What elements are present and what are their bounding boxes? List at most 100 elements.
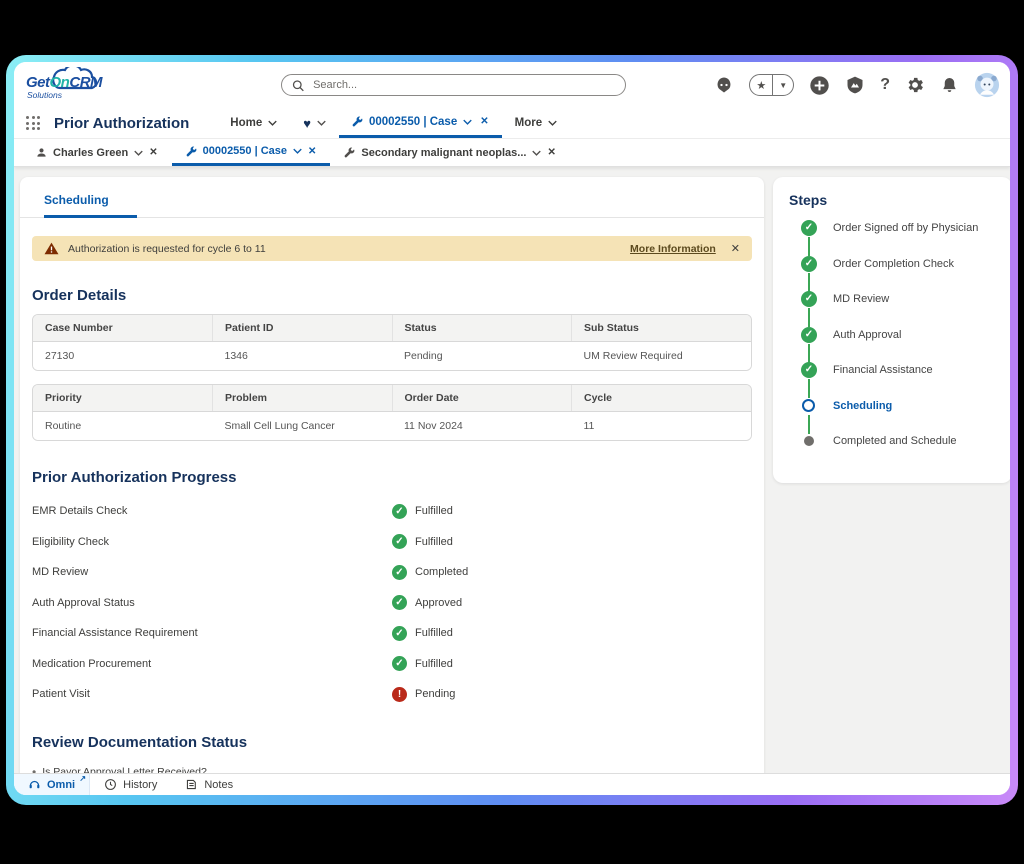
problem-value: Small Cell Lung Cancer [213, 412, 393, 441]
step-done-icon: ✓ [801, 220, 817, 236]
wrench-icon [186, 146, 197, 157]
scheduling-card: Scheduling Authorization is requested fo… [20, 177, 764, 774]
column-header: Problem [213, 385, 393, 412]
subtab-diagnosis[interactable]: Secondary malignant neoplas... ✕ [330, 139, 569, 166]
header-actions: ★ ▼ ? [714, 62, 1000, 108]
progress-row: Auth Approval Status ✓Approved [32, 588, 752, 619]
assistant-icon[interactable] [714, 75, 734, 95]
nav-tab-case[interactable]: 00002550 | Case ✕ [339, 108, 502, 138]
order-details-title: Order Details [32, 287, 752, 304]
omni-headset-icon [28, 778, 41, 791]
logo-get: Get [26, 74, 50, 91]
status-badge: Fulfilled [415, 627, 453, 639]
column-header: Status [392, 315, 572, 342]
person-icon [36, 147, 47, 158]
warning-icon [44, 242, 59, 255]
column-header: Cycle [572, 385, 752, 412]
case-number-value: 27130 [33, 342, 213, 371]
favorites-dropdown-icon[interactable]: ▼ [772, 75, 793, 95]
step-item[interactable]: ✓ Financial Assistance [787, 362, 998, 398]
notifications-bell-icon[interactable] [940, 76, 959, 95]
order-details-table-1: Case Number Patient ID Status Sub Status… [32, 314, 752, 371]
chevron-down-icon[interactable] [317, 120, 326, 126]
chevron-down-icon[interactable] [293, 148, 302, 154]
step-current-icon [801, 398, 817, 414]
tab-scheduling[interactable]: Scheduling [44, 193, 137, 218]
chevron-down-icon[interactable] [268, 120, 277, 126]
steps-title: Steps [789, 192, 998, 208]
check-icon: ✓ [392, 534, 407, 549]
popout-arrow-icon: ↗ [79, 774, 86, 783]
step-done-icon: ✓ [801, 291, 817, 307]
step-item[interactable]: ✓ Auth Approval [787, 327, 998, 363]
step-item-current[interactable]: Scheduling [787, 398, 998, 434]
subtab-case[interactable]: 00002550 | Case ✕ [172, 139, 331, 166]
table-row: 27130 1346 Pending UM Review Required [33, 342, 751, 371]
step-pending-icon [801, 433, 817, 449]
status-badge: Fulfilled [415, 658, 453, 670]
search-input[interactable] [311, 78, 615, 92]
nav-tab-more[interactable]: More [502, 108, 570, 138]
help-icon[interactable]: ? [880, 76, 890, 94]
table-header-row: Case Number Patient ID Status Sub Status [33, 315, 751, 342]
progress-row: Eligibility Check ✓Fulfilled [32, 527, 752, 558]
chevron-down-icon[interactable] [532, 150, 541, 156]
column-header: Sub Status [572, 315, 752, 342]
close-icon[interactable]: ✕ [308, 146, 316, 157]
app-launcher-icon[interactable] [26, 116, 40, 130]
progress-row: Patient Visit !Pending [32, 679, 752, 710]
search-icon [292, 79, 304, 92]
chevron-down-icon[interactable] [463, 119, 472, 125]
priority-value: Routine [33, 412, 213, 441]
close-icon[interactable]: ✕ [149, 147, 157, 158]
notes-icon [185, 778, 198, 791]
utility-bar: Omni ↗ History Notes [14, 773, 1010, 795]
subtab-patient[interactable]: Charles Green ✕ [22, 139, 172, 166]
favorite-star-icon[interactable]: ★ [750, 75, 772, 95]
authorization-warning-banner: Authorization is requested for cycle 6 t… [32, 236, 752, 261]
more-information-link[interactable]: More Information [630, 243, 716, 255]
step-done-icon: ✓ [801, 327, 817, 343]
check-icon: ✓ [392, 595, 407, 610]
app-navigation-bar: Prior Authorization Home ♥ 00002550 | Ca… [14, 108, 1010, 139]
global-header: GetOnCRM Solutions ★ ▼ ? [14, 62, 1010, 108]
nav-tab-favorites[interactable]: ♥ [290, 108, 339, 138]
check-icon: ✓ [392, 656, 407, 671]
error-icon: ! [392, 687, 407, 702]
status-badge: Completed [415, 566, 468, 578]
close-icon[interactable]: ✕ [480, 116, 488, 127]
utility-omni[interactable]: Omni ↗ [14, 774, 90, 795]
workspace-subtabs: Charles Green ✕ 00002550 | Case ✕ Second… [14, 139, 1010, 167]
step-item[interactable]: Completed and Schedule [787, 433, 998, 469]
column-header: Priority [33, 385, 213, 412]
banner-close-icon[interactable]: ✕ [731, 242, 740, 255]
status-badge: Fulfilled [415, 505, 453, 517]
status-badge: Pending [415, 688, 455, 700]
utility-notes[interactable]: Notes [171, 774, 247, 795]
logo-on: On [50, 74, 70, 91]
favorites-control[interactable]: ★ ▼ [749, 74, 794, 96]
step-done-icon: ✓ [801, 362, 817, 378]
chevron-down-icon[interactable] [548, 120, 557, 126]
step-item[interactable]: ✓ Order Signed off by Physician [787, 220, 998, 256]
nav-tab-home[interactable]: Home [217, 108, 290, 138]
utility-history[interactable]: History [90, 774, 171, 795]
table-header-row: Priority Problem Order Date Cycle [33, 385, 751, 412]
close-icon[interactable]: ✕ [547, 147, 555, 158]
setup-gear-icon[interactable] [905, 75, 925, 95]
order-date-value: 11 Nov 2024 [392, 412, 572, 441]
progress-row: Medication Procurement ✓Fulfilled [32, 649, 752, 680]
step-item[interactable]: ✓ MD Review [787, 291, 998, 327]
global-search[interactable] [281, 74, 626, 96]
column-header: Order Date [392, 385, 572, 412]
column-header: Case Number [33, 315, 213, 342]
status-badge: Fulfilled [415, 536, 453, 548]
step-item[interactable]: ✓ Order Completion Check [787, 256, 998, 292]
guidance-center-icon[interactable] [845, 75, 865, 95]
global-actions-icon[interactable] [809, 75, 830, 96]
check-icon: ✓ [392, 626, 407, 641]
chevron-down-icon[interactable] [134, 150, 143, 156]
user-avatar[interactable] [974, 72, 1000, 98]
check-icon: ✓ [392, 565, 407, 580]
banner-text: Authorization is requested for cycle 6 t… [68, 243, 266, 255]
